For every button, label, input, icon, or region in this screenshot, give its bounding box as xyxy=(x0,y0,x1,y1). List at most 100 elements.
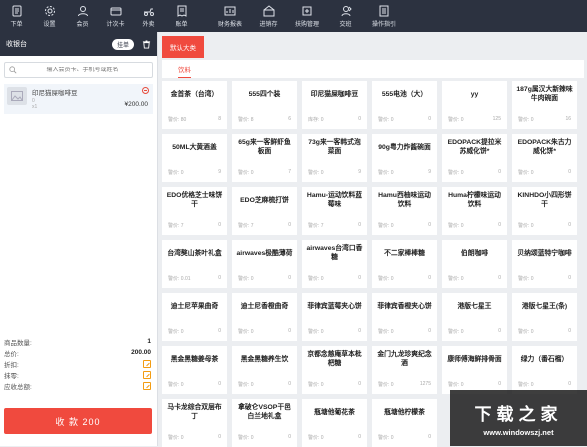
product-card[interactable]: 555电池（大） 警价: 0 0 xyxy=(372,81,437,129)
product-card[interactable]: 港版七星王警价: 0 0 xyxy=(442,293,507,341)
product-meta: 警价: 0 0 xyxy=(518,169,571,176)
toolbar-item[interactable]: 设置 xyxy=(33,0,66,32)
product-card[interactable]: KINHDO小四形饼干 警价: 0 0 xyxy=(512,187,577,235)
product-name: 京都念慈庵草本枇杷糖 xyxy=(307,351,362,367)
toolbar-item[interactable]: 扶购管理 xyxy=(285,0,329,32)
toolbar-item[interactable]: 外卖 xyxy=(132,0,165,32)
product-card[interactable]: Huma柠檬味运动饮料 警价: 0 0 xyxy=(442,187,507,235)
product-price-label: 警价: 0 xyxy=(448,329,464,335)
product-stock: 0 xyxy=(358,222,361,228)
toolbar-item-label: 进销存 xyxy=(259,21,278,28)
toolbar-item[interactable]: 操作指引 xyxy=(362,0,406,32)
product-stock: 16 xyxy=(565,116,571,122)
product-card[interactable]: 50ML大黄酒盖 警价: 0 9 xyxy=(162,134,227,182)
product-card[interactable]: 187g属汉大新辣味牛肉碗面 警价: 0 16 xyxy=(512,81,577,129)
product-name: airwaves极酷薄荷 xyxy=(236,249,293,257)
product-card[interactable]: 港版七星王(条) 警价: 0 0 xyxy=(512,293,577,341)
product-card[interactable]: 菲律宾香橙夹心饼 警价: 0 0 xyxy=(372,293,437,341)
product-meta: 警价: 0 0 xyxy=(168,434,221,441)
product-card[interactable]: Hamu西柚味运动饮料 警价: 0 0 xyxy=(372,187,437,235)
product-card[interactable]: 金首茶（台湾） 警价: 80 8 xyxy=(162,81,227,129)
member-search-input[interactable] xyxy=(17,67,148,73)
cart-item[interactable]: 印尼猫屎咖啡豆 0 x1 ¥200.00 xyxy=(4,84,153,114)
member-search-field[interactable] xyxy=(4,62,153,78)
product-stock: 0 xyxy=(498,328,501,334)
product-name: 绿力（番石榴） xyxy=(520,355,569,363)
settings-icon xyxy=(44,5,55,16)
product-card[interactable]: 90g粤力炸酱碗面 警价: 0 9 xyxy=(372,134,437,182)
product-name: 台湾獒山茶叶礼盒 xyxy=(167,249,222,257)
product-card[interactable]: 台湾獒山茶叶礼盒 警价: 0.01 0 xyxy=(162,240,227,288)
product-card[interactable]: yy 警价: 0 125 xyxy=(442,81,507,129)
product-stock: 0 xyxy=(358,381,361,387)
product-card[interactable]: 黑金黑糖姜母茶 警价: 0 0 xyxy=(162,346,227,394)
product-meta: 警价: 0 0 xyxy=(238,275,291,282)
product-price-label: 警价: 0 xyxy=(238,329,254,335)
product-card[interactable]: 贝纳颂蓝特宁咖啡 警价: 0 0 xyxy=(512,240,577,288)
purchase-icon xyxy=(302,6,312,15)
product-name: 港版七星王 xyxy=(457,302,492,310)
watermark-title: 下载之家 xyxy=(474,404,563,424)
product-card[interactable]: 京都念慈庵草本枇杷糖警价: 0 0 xyxy=(302,346,367,394)
product-price-label: 警价: 0 xyxy=(308,382,324,388)
toolbar-item[interactable]: 账单 xyxy=(165,0,198,32)
product-card[interactable]: 73g来一客韩式泡菜面 警价: 0 9 xyxy=(302,134,367,182)
toolbar-item[interactable]: 进销存 xyxy=(252,0,285,32)
product-card[interactable]: 印尼猫屎咖啡豆 库存: 0 0 xyxy=(302,81,367,129)
tab-default-category[interactable]: 默认大类 xyxy=(162,36,204,58)
product-card[interactable]: 绿力（番石榴） 警价: 0 0 xyxy=(512,346,577,394)
product-card[interactable]: 拿破仑VSOP干邑白兰地礼盒 警价: 0 0 xyxy=(232,399,297,447)
product-card[interactable]: 伯朗咖啡 警价: 0 0 xyxy=(442,240,507,288)
product-stock: 125 xyxy=(492,116,501,122)
product-name: 73g来一客韩式泡菜面 xyxy=(308,139,361,155)
product-name: 50ML大黄酒盖 xyxy=(172,143,217,151)
product-card[interactable]: EDOPACK朱古力威化饼* 警价: 0 0 xyxy=(512,134,577,182)
product-card[interactable]: EDO芝麻梳打饼 警价: 7 0 xyxy=(232,187,297,235)
trash-icon[interactable] xyxy=(142,39,151,49)
product-stock: 0 xyxy=(358,275,361,281)
product-price-label: 警价: 0 xyxy=(448,170,464,176)
product-card[interactable]: 不二家棒棒糖 警价: 0 0 xyxy=(372,240,437,288)
product-card[interactable]: 瓶塘他柠檬茶 警价: 0 0 xyxy=(372,399,437,447)
product-card[interactable]: Hamu-运动饮料蓝莓味 警价: 7 0 xyxy=(302,187,367,235)
toolbar-item[interactable]: 财务报表 xyxy=(208,0,252,32)
toolbar-item[interactable]: 下单 xyxy=(0,0,33,32)
product-card[interactable]: 迪士尼香橙曲奇 警价: 0 0 xyxy=(232,293,297,341)
product-card[interactable]: EDO优格芝士味饼干 警价: 7 0 xyxy=(162,187,227,235)
product-card[interactable]: 迪士尼苹果曲奇 警价: 0 0 xyxy=(162,293,227,341)
product-meta: 警价: 0 0 xyxy=(308,381,361,388)
product-card[interactable]: 555四个装 警价: 8 6 xyxy=(232,81,297,129)
product-name: 拿破仑VSOP干邑白兰地礼盒 xyxy=(238,404,291,420)
cashier-header: 收银台 挂单 xyxy=(0,32,157,56)
product-card[interactable]: 马卡龙综合双层布丁 警价: 0 0 xyxy=(162,399,227,447)
product-price-label: 警价: 0 xyxy=(238,435,254,441)
product-card[interactable]: 康师傅海鲜排骨面 警价: 0 0 xyxy=(442,346,507,394)
product-card[interactable]: 菲律宾蓝莓夹心饼 警价: 0 0 xyxy=(302,293,367,341)
summary-erase-row: 抹零: xyxy=(4,369,151,380)
product-meta: 警价: 0 0 xyxy=(448,381,501,388)
product-card[interactable]: EDOPACK提拉米苏威化饼* 警价: 0 0 xyxy=(442,134,507,182)
edit-erase-icon[interactable] xyxy=(143,370,151,379)
product-stock: 0 xyxy=(498,275,501,281)
total-value: 200.00 xyxy=(131,349,151,356)
product-card[interactable]: 65g来一客鲜虾鱼板面 警价: 0 7 xyxy=(232,134,297,182)
edit-discount-icon[interactable] xyxy=(143,359,151,368)
product-price-label: 警价: 0 xyxy=(168,435,184,441)
toolbar-item[interactable]: 交班 xyxy=(329,0,362,32)
pay-button[interactable]: 收 款 200 xyxy=(4,408,152,434)
product-card[interactable]: 金门九龙珍爽纪念酒 警价: 0 1275 xyxy=(372,346,437,394)
product-card[interactable]: airwaves极酷薄荷 警价: 0 0 xyxy=(232,240,297,288)
toolbar-item-label: 账单 xyxy=(175,21,188,28)
tab-drinks[interactable]: 饮料 xyxy=(178,64,191,78)
product-meta: 警价: 0 0 xyxy=(448,169,501,176)
pending-order-button[interactable]: 挂单 xyxy=(111,38,134,50)
product-card[interactable]: airwaves台湾口香糖 警价: 0 0 xyxy=(302,240,367,288)
product-card[interactable]: 黑金黑糖养生饮 警价: 0 0 xyxy=(232,346,297,394)
product-name: 港版七星王(条) xyxy=(521,302,568,310)
product-meta: 警价: 0 0 xyxy=(238,328,291,335)
product-card[interactable]: 瓶塘他葡花茶 警价: 0 0 xyxy=(302,399,367,447)
remove-item-icon[interactable] xyxy=(142,87,149,94)
toolbar-item[interactable]: 计次卡 xyxy=(99,0,132,32)
edit-receivable-icon[interactable] xyxy=(143,381,151,390)
toolbar-item[interactable]: 会员 xyxy=(66,0,99,32)
